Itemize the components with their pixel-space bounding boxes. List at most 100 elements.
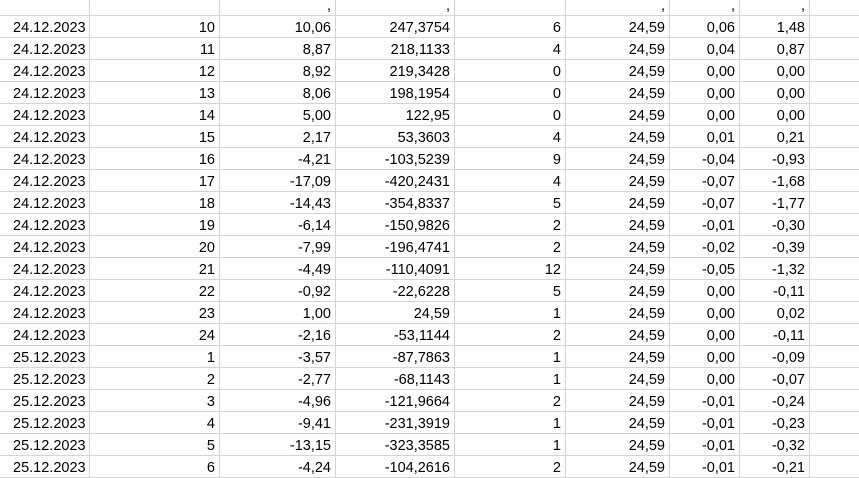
cell-col-9[interactable] <box>810 192 859 214</box>
cell-col-5[interactable]: 2 <box>455 324 566 346</box>
cell-col-7[interactable]: 0,01 <box>670 126 740 148</box>
cell-col-6[interactable]: 24,59 <box>566 456 670 478</box>
cell-col-4[interactable]: -323,3585 <box>336 434 455 456</box>
cell-col-9[interactable] <box>810 60 859 82</box>
cell-col-4[interactable]: -121,9664 <box>336 390 455 412</box>
cell-col-8[interactable]: -0,11 <box>740 280 810 302</box>
cell-col-8[interactable]: 0,21 <box>740 126 810 148</box>
cell-col-5[interactable]: 2 <box>455 214 566 236</box>
cell-col-6[interactable]: 24,59 <box>566 258 670 280</box>
cell-col-5[interactable]: 2 <box>455 456 566 478</box>
cell-col-4[interactable]: -231,3919 <box>336 412 455 434</box>
cell-col-7[interactable]: 0,00 <box>670 368 740 390</box>
cell-col-1[interactable]: 24.12.2023 <box>0 104 90 126</box>
cell-col-9[interactable] <box>810 412 859 434</box>
cell-col-4[interactable]: -22,6228 <box>336 280 455 302</box>
cell-col-2[interactable]: 16 <box>90 148 220 170</box>
cell-col-6[interactable]: 24,59 <box>566 104 670 126</box>
cell-col-6[interactable]: 24,59 <box>566 346 670 368</box>
cell-col-4[interactable]: -103,5239 <box>336 148 455 170</box>
cell-col-6[interactable]: 24,59 <box>566 302 670 324</box>
cell-col-2[interactable]: 18 <box>90 192 220 214</box>
cell-col-3[interactable]: -2,16 <box>220 324 336 346</box>
cell-col-9[interactable] <box>810 126 859 148</box>
cell-col-6[interactable]: 24,59 <box>566 434 670 456</box>
cell-col-4[interactable]: 122,95 <box>336 104 455 126</box>
cell-col-5[interactable]: 1 <box>455 346 566 368</box>
cell-col-3[interactable]: -0,92 <box>220 280 336 302</box>
cell-col-7[interactable]: 0,00 <box>670 104 740 126</box>
cell-col-5[interactable]: 4 <box>455 170 566 192</box>
cell-col-4[interactable]: 219,3428 <box>336 60 455 82</box>
cell-col-4[interactable]: -196,4741 <box>336 236 455 258</box>
cell-col-6[interactable]: 24,59 <box>566 280 670 302</box>
cell-col-8[interactable]: -0,07 <box>740 368 810 390</box>
cell-col-7[interactable]: -0,01 <box>670 456 740 478</box>
cell-col-2[interactable]: 11 <box>90 38 220 60</box>
cell-col-4[interactable]: 198,1954 <box>336 82 455 104</box>
cell-col-4[interactable]: -150,9826 <box>336 214 455 236</box>
cell-col-3[interactable]: -4,21 <box>220 148 336 170</box>
cell-col-2[interactable]: 23 <box>90 302 220 324</box>
cell-col-9[interactable] <box>810 104 859 126</box>
cell-col-7[interactable]: , <box>670 0 740 16</box>
cell-col-8[interactable]: 1,48 <box>740 16 810 38</box>
cell-col-2[interactable]: 1 <box>90 346 220 368</box>
cell-col-8[interactable]: -0,93 <box>740 148 810 170</box>
cell-col-7[interactable]: -0,07 <box>670 170 740 192</box>
cell-col-8[interactable]: 0,00 <box>740 60 810 82</box>
cell-col-4[interactable]: -110,4091 <box>336 258 455 280</box>
cell-col-2[interactable]: 10 <box>90 16 220 38</box>
cell-col-2[interactable]: 3 <box>90 390 220 412</box>
cell-col-6[interactable]: 24,59 <box>566 16 670 38</box>
cell-col-9[interactable] <box>810 390 859 412</box>
cell-col-1[interactable]: 25.12.2023 <box>0 368 90 390</box>
cell-col-9[interactable] <box>810 434 859 456</box>
cell-col-4[interactable]: -354,8337 <box>336 192 455 214</box>
cell-col-8[interactable]: , <box>740 0 810 16</box>
cell-col-1[interactable]: 24.12.2023 <box>0 280 90 302</box>
cell-col-3[interactable]: -9,41 <box>220 412 336 434</box>
cell-col-1[interactable]: 24.12.2023 <box>0 82 90 104</box>
cell-col-4[interactable]: -53,1144 <box>336 324 455 346</box>
cell-col-1[interactable]: 24.12.2023 <box>0 302 90 324</box>
cell-col-1[interactable]: 24.12.2023 <box>0 170 90 192</box>
cell-col-5[interactable]: 1 <box>455 434 566 456</box>
cell-col-6[interactable]: 24,59 <box>566 126 670 148</box>
cell-col-1[interactable]: 24.12.2023 <box>0 16 90 38</box>
cell-col-2[interactable]: 13 <box>90 82 220 104</box>
cell-col-6[interactable]: 24,59 <box>566 324 670 346</box>
cell-col-7[interactable]: -0,07 <box>670 192 740 214</box>
cell-col-8[interactable]: -1,68 <box>740 170 810 192</box>
cell-col-7[interactable]: -0,01 <box>670 434 740 456</box>
cell-col-1[interactable]: 25.12.2023 <box>0 390 90 412</box>
cell-col-6[interactable]: 24,59 <box>566 214 670 236</box>
cell-col-4[interactable]: -87,7863 <box>336 346 455 368</box>
cell-col-2[interactable]: 5 <box>90 434 220 456</box>
cell-col-4[interactable]: 24,59 <box>336 302 455 324</box>
cell-col-4[interactable]: 247,3754 <box>336 16 455 38</box>
cell-col-7[interactable]: 0,00 <box>670 346 740 368</box>
cell-col-8[interactable]: -1,77 <box>740 192 810 214</box>
cell-col-8[interactable]: -0,30 <box>740 214 810 236</box>
cell-col-6[interactable]: 24,59 <box>566 148 670 170</box>
cell-col-6[interactable]: 24,59 <box>566 60 670 82</box>
cell-col-4[interactable]: -420,2431 <box>336 170 455 192</box>
cell-col-8[interactable]: -0,09 <box>740 346 810 368</box>
cell-col-5[interactable]: 2 <box>455 236 566 258</box>
cell-col-1[interactable]: 24.12.2023 <box>0 258 90 280</box>
cell-col-7[interactable]: -0,01 <box>670 412 740 434</box>
cell-col-5[interactable]: 4 <box>455 38 566 60</box>
cell-col-2[interactable]: 19 <box>90 214 220 236</box>
cell-col-9[interactable] <box>810 456 859 478</box>
cell-col-6[interactable]: 24,59 <box>566 368 670 390</box>
cell-col-9[interactable] <box>810 16 859 38</box>
cell-col-7[interactable]: -0,02 <box>670 236 740 258</box>
cell-col-4[interactable]: , <box>336 0 455 16</box>
cell-col-3[interactable]: 1,00 <box>220 302 336 324</box>
cell-col-6[interactable]: 24,59 <box>566 412 670 434</box>
cell-col-2[interactable]: 6 <box>90 456 220 478</box>
cell-col-5[interactable] <box>455 0 566 16</box>
cell-col-2[interactable]: 22 <box>90 280 220 302</box>
cell-col-5[interactable]: 4 <box>455 126 566 148</box>
